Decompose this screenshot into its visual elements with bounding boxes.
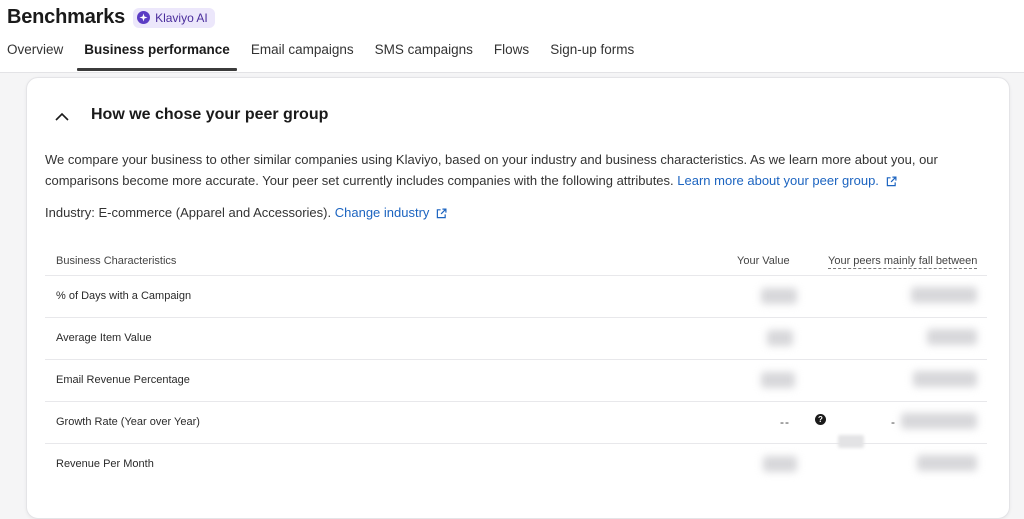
peer-group-description: We compare your business to other simila… xyxy=(45,149,975,191)
tab-sign-up-forms[interactable]: Sign-up forms xyxy=(550,42,634,69)
peers-range-prefix: - xyxy=(891,415,895,429)
external-link-icon[interactable] xyxy=(436,208,447,219)
table-row: Email Revenue Percentage xyxy=(45,360,987,402)
row-label: Average Item Value xyxy=(56,332,152,344)
row-label: % of Days with a Campaign xyxy=(56,290,192,302)
header-business-characteristics: Business Characteristics xyxy=(56,255,177,267)
row-label: Email Revenue Percentage xyxy=(56,374,190,386)
row-label: Growth Rate (Year over Year) xyxy=(56,416,200,428)
peers-range-redacted xyxy=(927,329,977,345)
peers-range-redacted xyxy=(901,413,977,429)
title-row: Benchmarks Klaviyo AI xyxy=(7,6,215,29)
your-value-redacted xyxy=(763,456,797,472)
industry-text: Industry: E-commerce (Apparel and Access… xyxy=(45,205,332,220)
external-link-icon[interactable] xyxy=(886,176,897,187)
industry-line: Industry: E-commerce (Apparel and Access… xyxy=(45,205,447,220)
learn-more-link[interactable]: Learn more about your peer group. xyxy=(677,173,879,188)
page-header: Benchmarks Klaviyo AI Overview Business … xyxy=(0,0,1024,73)
your-value-redacted xyxy=(761,288,797,304)
table-row: Average Item Value xyxy=(45,318,987,360)
sparkle-icon xyxy=(137,11,151,24)
tab-email-campaigns[interactable]: Email campaigns xyxy=(251,42,354,69)
tab-business-performance[interactable]: Business performance xyxy=(77,42,237,71)
peers-range-redacted xyxy=(917,455,977,471)
characteristics-table: Business Characteristics Your Value Your… xyxy=(45,248,987,485)
klaviyo-ai-badge[interactable]: Klaviyo AI xyxy=(133,7,215,28)
chevron-up-icon xyxy=(55,112,69,121)
ai-badge-label: Klaviyo AI xyxy=(155,10,208,25)
your-value: -- xyxy=(780,415,790,429)
tab-sms-campaigns[interactable]: SMS campaigns xyxy=(375,42,473,69)
page-title: Benchmarks xyxy=(7,6,126,28)
section-title: How we chose your peer group xyxy=(91,106,329,123)
table-row: Revenue Per Month xyxy=(45,444,987,485)
peer-group-card: How we chose your peer group We compare … xyxy=(26,77,1010,519)
row-label: Revenue Per Month xyxy=(56,458,154,470)
table-row: Growth Rate (Year over Year) -- ? - xyxy=(45,402,987,448)
collapse-button[interactable] xyxy=(51,105,73,127)
help-icon[interactable]: ? xyxy=(815,414,826,425)
table-row: % of Days with a Campaign xyxy=(45,276,987,318)
change-industry-link[interactable]: Change industry xyxy=(335,205,430,220)
header-peers-range[interactable]: Your peers mainly fall between xyxy=(828,255,978,269)
your-value-redacted xyxy=(767,330,793,346)
tab-flows[interactable]: Flows xyxy=(494,42,529,69)
tab-bar: Overview Business performance Email camp… xyxy=(7,42,655,71)
peers-range-redacted xyxy=(911,287,977,303)
table-header: Business Characteristics Your Value Your… xyxy=(45,248,987,276)
header-your-value: Your Value xyxy=(737,255,790,267)
tab-overview[interactable]: Overview xyxy=(7,42,63,69)
peers-range-redacted xyxy=(913,371,977,387)
your-value-redacted xyxy=(761,372,795,388)
